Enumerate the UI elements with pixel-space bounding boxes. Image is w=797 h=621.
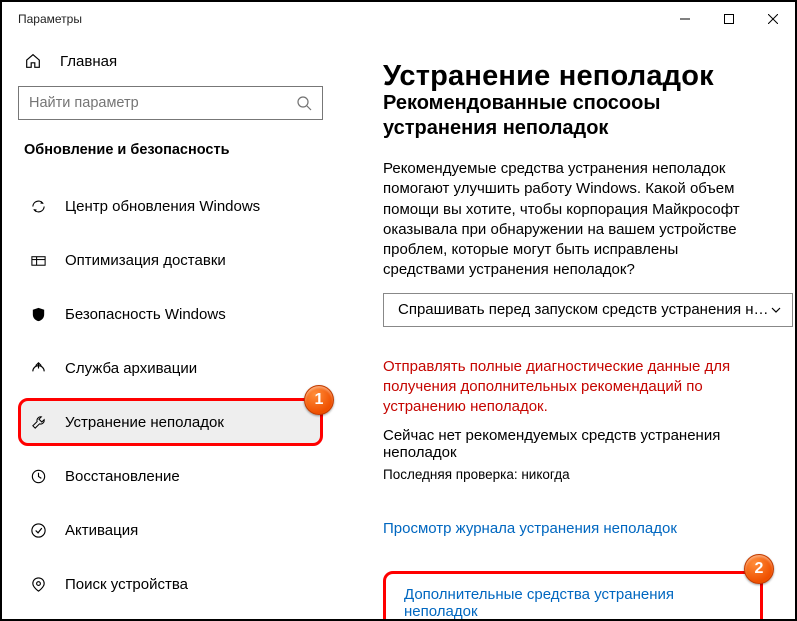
search-box[interactable] xyxy=(18,86,323,120)
maximize-button[interactable] xyxy=(707,2,751,36)
view-history-link[interactable]: Просмотр журнала устранения неполадок xyxy=(383,520,677,537)
sidebar-item-find-device[interactable]: Поиск устройства xyxy=(18,560,323,608)
sidebar-item-backup[interactable]: Служба архивации xyxy=(18,344,323,392)
shield-icon xyxy=(29,305,47,323)
sidebar-item-label: Активация xyxy=(65,522,138,539)
sidebar-item-label: Центр обновления Windows xyxy=(65,198,260,215)
additional-troubleshooters-box: Дополнительные средства устранения непол… xyxy=(383,571,763,619)
page-subtitle: Рекомендованные спосооы устранения непол… xyxy=(383,91,763,141)
sidebar-item-delivery[interactable]: Оптимизация доставки xyxy=(18,236,323,284)
titlebar: Параметры xyxy=(2,2,795,36)
window-controls xyxy=(663,2,795,36)
page-title: Устранение неполадок xyxy=(383,60,763,93)
diagnostic-warning: Отправлять полные диагностические данные… xyxy=(383,357,763,418)
no-troubleshooters-status: Сейчас нет рекомендуемых средств устране… xyxy=(383,427,763,461)
chevron-down-icon xyxy=(770,304,782,316)
minimize-button[interactable] xyxy=(663,2,707,36)
annotation-badge-1: 1 xyxy=(304,385,334,415)
sidebar-item-windows-update[interactable]: Центр обновления Windows xyxy=(18,182,323,230)
sidebar-item-label: Поиск устройства xyxy=(65,576,188,593)
recovery-icon xyxy=(29,467,47,485)
troubleshoot-description: Рекомендуемые средства устранения непола… xyxy=(383,159,763,281)
sidebar-item-label: Оптимизация доставки xyxy=(65,252,226,269)
sync-icon xyxy=(29,197,47,215)
sidebar-item-activation[interactable]: Активация xyxy=(18,506,323,554)
home-link[interactable]: Главная xyxy=(18,42,323,82)
additional-troubleshooters-link[interactable]: Дополнительные средства устранения непол… xyxy=(404,586,742,619)
wrench-icon xyxy=(29,413,47,431)
find-device-icon xyxy=(29,575,47,593)
troubleshoot-level-dropdown[interactable]: Спрашивать перед запуском средств устран… xyxy=(383,293,793,327)
section-heading: Обновление и безопасность xyxy=(18,142,323,182)
main-pane: Устранение неполадок Рекомендованные спо… xyxy=(339,36,795,619)
search-input[interactable] xyxy=(29,95,296,111)
home-icon xyxy=(24,52,42,70)
delivery-icon xyxy=(29,251,47,269)
sidebar-item-label: Восстановление xyxy=(65,468,180,485)
activation-icon xyxy=(29,521,47,539)
annotation-badge-2: 2 xyxy=(744,554,774,584)
sidebar-item-label: Служба архивации xyxy=(65,360,197,377)
sidebar-item-label: Устранение неполадок xyxy=(65,414,224,431)
backup-icon xyxy=(29,359,47,377)
window-title: Параметры xyxy=(18,12,82,26)
sidebar-item-label: Безопасность Windows xyxy=(65,306,226,323)
sidebar-item-recovery[interactable]: Восстановление xyxy=(18,452,323,500)
search-icon xyxy=(296,95,312,111)
sidebar: Главная Обновление и безопасность Центр … xyxy=(2,36,339,619)
dropdown-value: Спрашивать перед запуском средств устран… xyxy=(398,301,770,318)
close-button[interactable] xyxy=(751,2,795,36)
last-check-text: Последняя проверка: никогда xyxy=(383,467,763,482)
sidebar-item-troubleshoot[interactable]: Устранение неполадок 1 xyxy=(18,398,323,446)
sidebar-item-security[interactable]: Безопасность Windows xyxy=(18,290,323,338)
home-label: Главная xyxy=(60,53,117,70)
